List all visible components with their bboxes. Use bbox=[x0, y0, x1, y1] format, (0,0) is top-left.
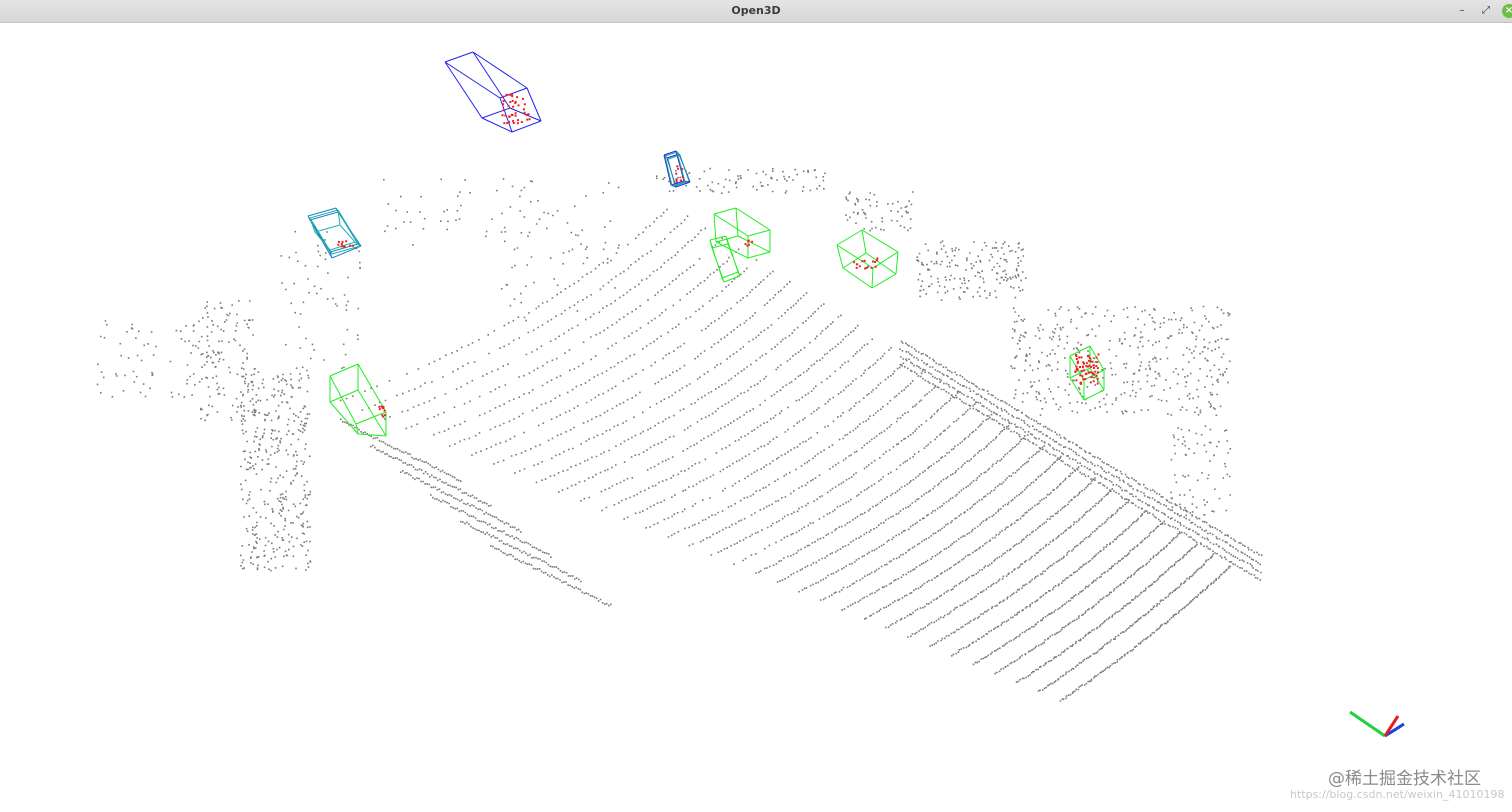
bounding-boxes bbox=[307, 51, 1105, 437]
watermark-url: https://blog.csdn.net/weixin_41010198 bbox=[1290, 788, 1505, 801]
car-4-points bbox=[378, 405, 386, 418]
minimize-icon[interactable]: – bbox=[1454, 3, 1470, 19]
gt-box-car-2 bbox=[709, 235, 741, 283]
point-cloud-canvas[interactable] bbox=[0, 23, 1512, 808]
gt-box-car-3 bbox=[836, 229, 899, 289]
coordinate-axes bbox=[1349, 710, 1405, 738]
point-cloud bbox=[96, 167, 1263, 702]
close-icon[interactable]: × bbox=[1502, 4, 1512, 18]
window-title: Open3D bbox=[731, 4, 781, 17]
3d-viewport[interactable] bbox=[0, 23, 1512, 808]
gt-box-car-4 bbox=[329, 363, 387, 437]
axis-y-line bbox=[1349, 710, 1386, 738]
maximize-icon[interactable]: ⤢ bbox=[1478, 3, 1494, 19]
window-titlebar[interactable]: Open3D – ⤢ × bbox=[0, 0, 1512, 23]
point-cloud-points bbox=[96, 167, 1263, 702]
gt-box-car-1 bbox=[713, 207, 771, 259]
watermark-brand: @稀土掘金技术社区 bbox=[1328, 769, 1481, 789]
